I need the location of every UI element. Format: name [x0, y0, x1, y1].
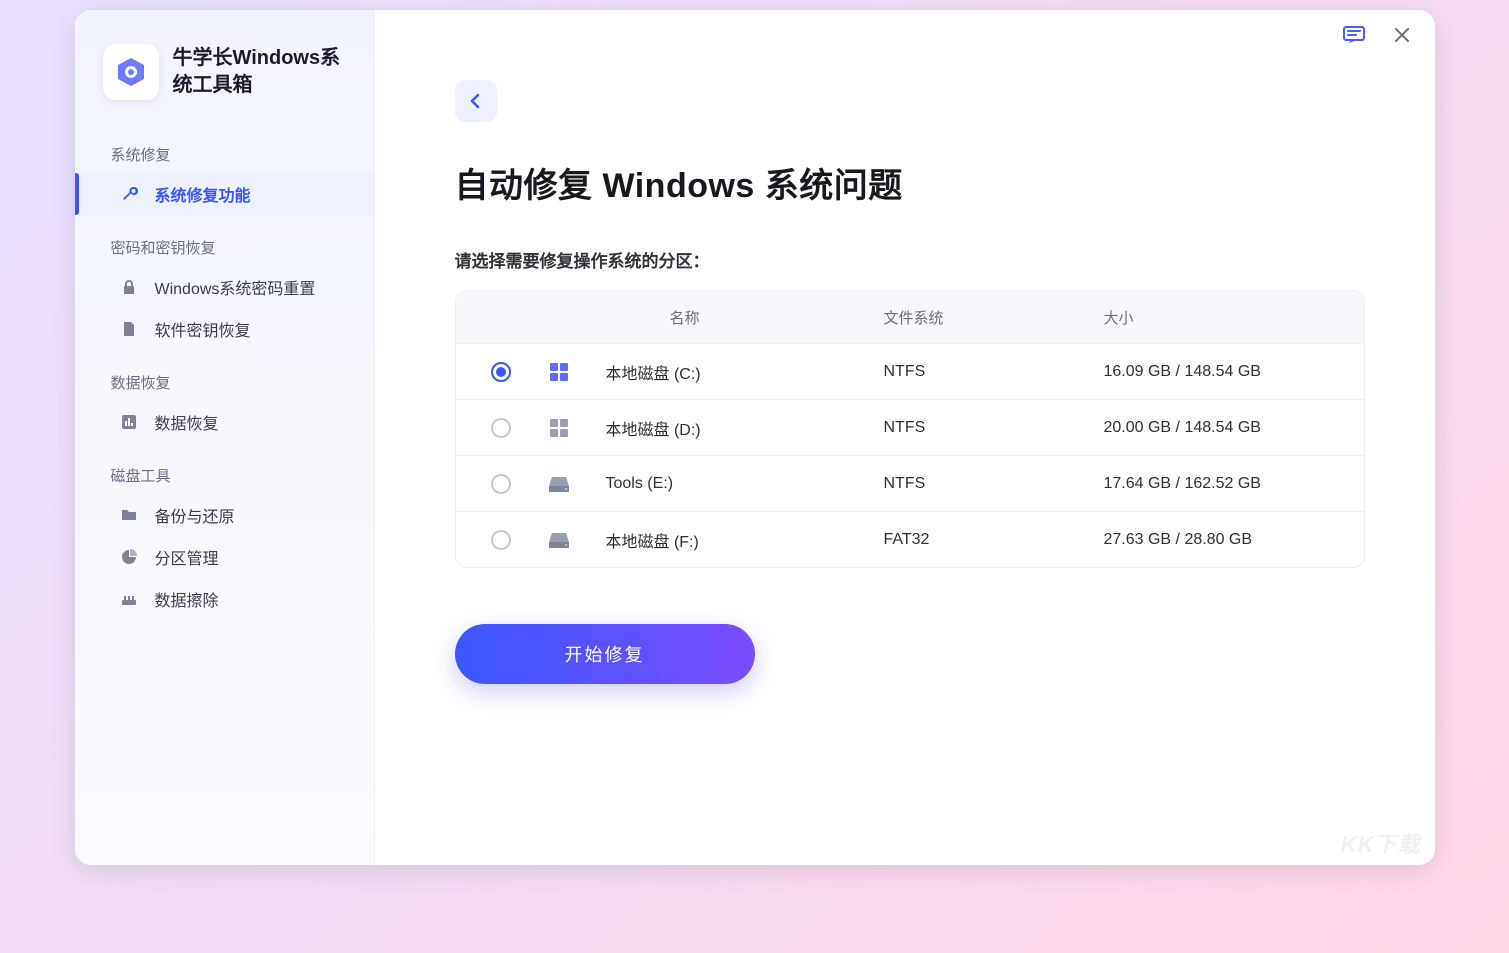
- partition-name: 本地磁盘 (D:): [606, 416, 884, 440]
- sidebar-item-folder[interactable]: 备份与还原: [75, 494, 374, 536]
- sidebar-item-label: 备份与还原: [155, 503, 235, 527]
- partition-filesystem: NTFS: [884, 475, 1104, 493]
- app-logo-block: 牛学长Windows系统工具箱: [75, 44, 374, 122]
- folder-icon: [119, 505, 139, 525]
- titlebar-controls: [1343, 24, 1413, 46]
- sidebar: 牛学长Windows系统工具箱 系统修复系统修复功能密码和密钥恢复 Windows…: [75, 10, 375, 865]
- sidebar-item-label: 系统修复功能: [155, 182, 251, 206]
- app-window: 牛学长Windows系统工具箱 系统修复系统修复功能密码和密钥恢复 Windows…: [75, 10, 1435, 865]
- sidebar-item-label: 软件密钥恢复: [155, 317, 251, 341]
- partition-name: Tools (E:): [606, 475, 884, 493]
- table-header: 名称 文件系统 大小: [456, 291, 1364, 343]
- sidebar-item-label: 数据恢复: [155, 410, 219, 434]
- nav-section-label: 密码和密钥恢复: [75, 215, 374, 266]
- app-logo-icon: [103, 44, 159, 100]
- partition-row[interactable]: 本地磁盘 (C:)NTFS16.09 GB / 148.54 GB: [456, 343, 1364, 399]
- eraser-icon: [119, 589, 139, 609]
- sidebar-item-label: 分区管理: [155, 545, 219, 569]
- windows-os-icon: [546, 415, 572, 441]
- close-button[interactable]: [1391, 24, 1413, 46]
- page-title: 自动修复 Windows 系统问题: [455, 158, 1365, 207]
- partition-row[interactable]: 本地磁盘 (F:)FAT3227.63 GB / 28.80 GB: [456, 511, 1364, 567]
- partition-size: 16.09 GB / 148.54 GB: [1104, 363, 1364, 381]
- partition-filesystem: NTFS: [884, 419, 1104, 437]
- back-button[interactable]: [455, 80, 497, 122]
- partition-row[interactable]: 本地磁盘 (D:)NTFS20.00 GB / 148.54 GB: [456, 399, 1364, 455]
- nav-section-label: 磁盘工具: [75, 443, 374, 494]
- partition-radio[interactable]: [491, 418, 511, 438]
- partition-size: 17.64 GB / 162.52 GB: [1104, 475, 1364, 493]
- partition-name: 本地磁盘 (C:): [606, 360, 884, 384]
- windows-os-icon: [546, 359, 572, 385]
- disk-drive-icon: [546, 471, 572, 497]
- sidebar-item-wrench[interactable]: 系统修复功能: [75, 173, 374, 215]
- sidebar-item-label: Windows系统密码重置: [155, 275, 316, 299]
- key-file-icon: [119, 319, 139, 339]
- sidebar-item-label: 数据擦除: [155, 587, 219, 611]
- sidebar-item-eraser[interactable]: 数据擦除: [75, 578, 374, 620]
- start-repair-button[interactable]: 开始修复: [455, 624, 755, 684]
- partition-name: 本地磁盘 (F:): [606, 528, 884, 552]
- nav-section-label: 数据恢复: [75, 350, 374, 401]
- start-repair-label: 开始修复: [565, 641, 645, 667]
- sidebar-item-lock[interactable]: Windows系统密码重置: [75, 266, 374, 308]
- sidebar-item-bar-chart[interactable]: 数据恢复: [75, 401, 374, 443]
- sidebar-item-key-file[interactable]: 软件密钥恢复: [75, 308, 374, 350]
- partition-filesystem: NTFS: [884, 363, 1104, 381]
- feedback-button[interactable]: [1343, 24, 1365, 46]
- partition-radio[interactable]: [491, 530, 511, 550]
- partition-radio[interactable]: [491, 474, 511, 494]
- partition-row[interactable]: Tools (E:)NTFS17.64 GB / 162.52 GB: [456, 455, 1364, 511]
- nav-section-label: 系统修复: [75, 122, 374, 173]
- lock-icon: [119, 277, 139, 297]
- bar-chart-icon: [119, 412, 139, 432]
- pie-chart-icon: [119, 547, 139, 567]
- partition-table: 名称 文件系统 大小 本地磁盘 (C:)NTFS16.09 GB / 148.5…: [455, 290, 1365, 568]
- wrench-icon: [119, 184, 139, 204]
- partition-size: 27.63 GB / 28.80 GB: [1104, 531, 1364, 549]
- sidebar-item-pie-chart[interactable]: 分区管理: [75, 536, 374, 578]
- app-title: 牛学长Windows系统工具箱: [173, 45, 343, 99]
- partition-radio[interactable]: [491, 362, 511, 382]
- column-header-fs: 文件系统: [884, 307, 1104, 328]
- column-header-size: 大小: [1104, 307, 1364, 328]
- disk-drive-icon: [546, 527, 572, 553]
- partition-filesystem: FAT32: [884, 531, 1104, 549]
- main-panel: 自动修复 Windows 系统问题 请选择需要修复操作系统的分区： 名称 文件系…: [375, 10, 1435, 865]
- partition-size: 20.00 GB / 148.54 GB: [1104, 419, 1364, 437]
- column-header-name: 名称: [456, 307, 884, 328]
- page-subtitle: 请选择需要修复操作系统的分区：: [455, 247, 1365, 272]
